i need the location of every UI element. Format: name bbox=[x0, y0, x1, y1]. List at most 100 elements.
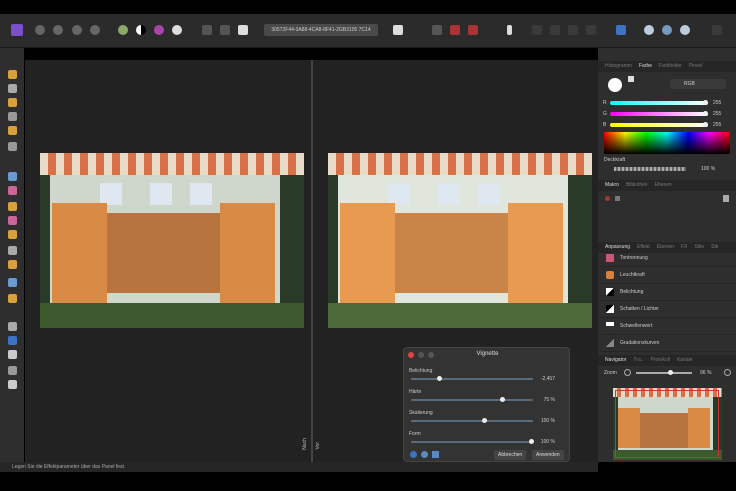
move-tool-icon[interactable] bbox=[8, 84, 17, 93]
tab-library[interactable]: Bibliothek bbox=[626, 182, 648, 188]
flip-icon[interactable] bbox=[586, 25, 596, 35]
slider-knob[interactable] bbox=[499, 397, 505, 402]
auto-white-balance-icon[interactable] bbox=[172, 25, 182, 35]
flood-select-tool-icon[interactable] bbox=[8, 142, 17, 151]
cancel-button[interactable]: Abbrechen bbox=[494, 450, 527, 460]
tab-macro[interactable]: Makro bbox=[605, 182, 619, 188]
arrange-icon[interactable] bbox=[550, 25, 560, 35]
record-icon[interactable] bbox=[605, 196, 610, 201]
zoom-slider[interactable] bbox=[636, 370, 692, 375]
selection-icon[interactable] bbox=[202, 25, 212, 35]
persona-photo-icon[interactable] bbox=[35, 25, 45, 35]
blend-icon[interactable] bbox=[450, 25, 460, 35]
info-icon[interactable] bbox=[507, 25, 512, 35]
param-value[interactable]: 100 % bbox=[541, 418, 555, 424]
slider-r[interactable] bbox=[610, 100, 708, 105]
align-icon[interactable] bbox=[532, 25, 542, 35]
brush-mode-icon[interactable] bbox=[468, 25, 478, 35]
invert-selection-icon[interactable] bbox=[238, 25, 248, 35]
snapping-icon[interactable] bbox=[616, 25, 626, 35]
color-model-select[interactable]: RGB bbox=[670, 79, 726, 89]
hand-tool-icon[interactable] bbox=[8, 70, 17, 79]
document-id-field[interactable]: 30572F44-3A88-4CA8-8F41-2GB3105 7C14 bbox=[264, 24, 378, 36]
dodge-tool-icon[interactable] bbox=[8, 216, 17, 225]
pen-tool-icon[interactable] bbox=[8, 294, 17, 303]
shape-tool-icon[interactable] bbox=[8, 336, 17, 345]
channel-b-value[interactable]: 255 bbox=[713, 122, 721, 128]
mask-mode-icon[interactable] bbox=[393, 25, 403, 35]
boolean-add-icon[interactable] bbox=[644, 25, 654, 35]
tab-swatches[interactable]: Farbfelder bbox=[659, 63, 682, 69]
inpainting-tool-icon[interactable] bbox=[8, 260, 17, 269]
tab-layers[interactable]: Ebenen bbox=[655, 182, 672, 188]
zoom-tool-icon[interactable] bbox=[8, 380, 17, 389]
view-tool-icon[interactable] bbox=[8, 366, 17, 375]
opacity-value[interactable]: 100 % bbox=[701, 166, 715, 172]
auto-contrast-icon[interactable] bbox=[136, 25, 146, 35]
tab-channels[interactable]: Kanäle bbox=[677, 357, 693, 363]
text-tool-icon[interactable] bbox=[8, 350, 17, 359]
param-value[interactable]: 100 % bbox=[541, 439, 555, 445]
auto-levels-icon[interactable] bbox=[118, 25, 128, 35]
reset-icon[interactable] bbox=[410, 451, 417, 458]
color-spectrum[interactable] bbox=[604, 132, 730, 154]
deselect-icon[interactable] bbox=[220, 25, 230, 35]
canvas-after[interactable]: Nach bbox=[25, 60, 311, 462]
adjustment-curves[interactable]: Gradationskurven bbox=[598, 335, 736, 352]
param-slider[interactable] bbox=[411, 418, 533, 423]
adjustment-shadows-highlights[interactable]: Schatten / Lichter bbox=[598, 301, 736, 318]
merge-icon[interactable] bbox=[421, 451, 428, 458]
adjustment-posterize[interactable]: Tontrennung bbox=[598, 250, 736, 267]
tab-transform[interactable]: Tra.. bbox=[633, 357, 643, 363]
selection-brush-tool-icon[interactable] bbox=[8, 126, 17, 135]
param-value[interactable]: -2,457 bbox=[541, 376, 555, 382]
paint-brush-tool-icon[interactable] bbox=[8, 186, 17, 195]
param-slider[interactable] bbox=[411, 439, 534, 444]
transform-icon[interactable] bbox=[568, 25, 578, 35]
fill-tool-icon[interactable] bbox=[8, 172, 17, 181]
adjustment-vibrance[interactable]: Leuchtkraft bbox=[598, 267, 736, 284]
slider-knob[interactable] bbox=[481, 418, 487, 423]
adjustment-threshold[interactable]: Schwellenwert bbox=[598, 318, 736, 335]
crop-tool-icon[interactable] bbox=[8, 112, 17, 121]
zoom-value[interactable]: 96 % bbox=[700, 370, 711, 376]
delete-icon[interactable] bbox=[723, 195, 729, 202]
compare-icon[interactable] bbox=[432, 451, 439, 458]
color-picker-tool-icon[interactable] bbox=[8, 98, 17, 107]
slider-knob[interactable] bbox=[436, 376, 442, 381]
persona-develop-icon[interactable] bbox=[72, 25, 82, 35]
boolean-subtract-icon[interactable] bbox=[662, 25, 672, 35]
zoom-out-icon[interactable] bbox=[624, 369, 631, 376]
boolean-intersect-icon[interactable] bbox=[680, 25, 690, 35]
share-icon[interactable] bbox=[90, 25, 100, 35]
auto-colors-icon[interactable] bbox=[154, 25, 164, 35]
apply-button[interactable]: Anwenden bbox=[532, 450, 564, 460]
navigator-preview[interactable] bbox=[613, 388, 722, 460]
param-slider[interactable] bbox=[411, 376, 533, 381]
zoom-in-icon[interactable] bbox=[724, 369, 731, 376]
param-value[interactable]: 75 % bbox=[544, 397, 555, 403]
tab-color[interactable]: Farbe bbox=[639, 63, 652, 69]
adjustment-exposure[interactable]: Belichtung bbox=[598, 284, 736, 301]
blemish-tool-icon[interactable] bbox=[8, 246, 17, 255]
red-eye-tool-icon[interactable] bbox=[8, 278, 17, 287]
quick-mask-icon[interactable] bbox=[432, 25, 442, 35]
tab-histogram[interactable]: Histogramm bbox=[605, 63, 632, 69]
erase-tool-icon[interactable] bbox=[8, 202, 17, 211]
channel-g-value[interactable]: 255 bbox=[713, 111, 721, 117]
channel-r-value[interactable]: 255 bbox=[713, 100, 721, 106]
slider-knob[interactable] bbox=[529, 439, 534, 444]
eyedropper-icon[interactable] bbox=[628, 76, 634, 82]
slider-g[interactable] bbox=[610, 111, 708, 116]
tab-navigator[interactable]: Navigator bbox=[605, 357, 626, 363]
tab-brushes[interactable]: Pinsel bbox=[689, 63, 703, 69]
param-slider[interactable] bbox=[411, 397, 533, 402]
assistant-icon[interactable] bbox=[712, 25, 722, 35]
slider-b[interactable] bbox=[610, 122, 708, 127]
opacity-slider[interactable] bbox=[614, 167, 686, 171]
node-tool-icon[interactable] bbox=[8, 322, 17, 331]
stop-icon[interactable] bbox=[615, 196, 620, 201]
fill-color-swatch[interactable] bbox=[608, 78, 622, 92]
clone-tool-icon[interactable] bbox=[8, 230, 17, 239]
persona-liquify-icon[interactable] bbox=[53, 25, 63, 35]
